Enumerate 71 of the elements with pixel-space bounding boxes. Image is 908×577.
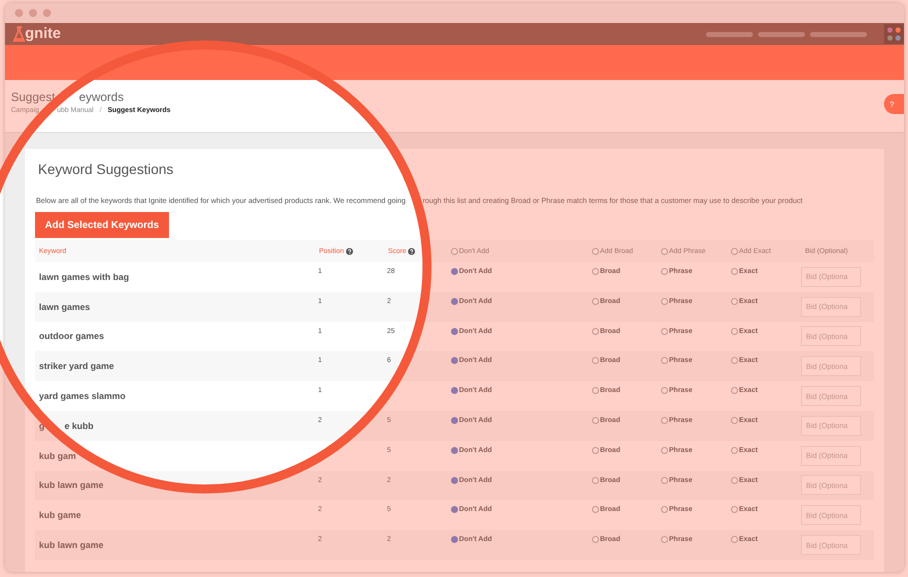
keyword-cell-text: kub lawn game [38, 540, 104, 550]
radio-button[interactable] [661, 328, 668, 335]
nav-placeholder-bar [758, 32, 805, 36]
radio-button[interactable] [731, 476, 738, 484]
add-selected-keywords-button[interactable]: Add Selected Keywords [35, 212, 169, 238]
radio-button[interactable] [661, 357, 668, 364]
keyword-cell-text: kub lawn game [38, 480, 104, 490]
window-minimize-icon[interactable] [29, 9, 37, 17]
radio-button[interactable] [731, 446, 738, 454]
radio-button[interactable] [592, 328, 599, 335]
keyword-cell-text: outdoor games [38, 331, 104, 342]
radio-button[interactable] [592, 446, 599, 454]
radio-button[interactable] [661, 536, 668, 544]
keyword-cell-text: e kubb [64, 420, 94, 431]
radio-button[interactable] [731, 357, 738, 364]
radio-button[interactable] [661, 248, 668, 254]
radio-button[interactable] [661, 416, 668, 424]
radio-button[interactable] [592, 298, 599, 305]
card-title: Keyword Suggestions [38, 161, 174, 177]
radio-button[interactable] [451, 328, 458, 335]
page-title: eywords [79, 90, 124, 104]
radio-button[interactable] [451, 387, 458, 394]
radio-button[interactable] [592, 416, 599, 424]
radio-button[interactable] [451, 446, 458, 454]
keyword-cell-text: kub game [38, 510, 82, 520]
radio-button[interactable] [592, 387, 599, 394]
radio-button[interactable] [731, 506, 738, 514]
radio-button[interactable] [731, 328, 738, 335]
radio-button[interactable] [661, 387, 668, 394]
radio-button[interactable] [592, 506, 599, 514]
keyword-cell-text: kub gam [38, 450, 76, 461]
radio-button[interactable] [592, 268, 599, 275]
radio-button[interactable] [731, 387, 738, 394]
help-icon [346, 248, 353, 254]
radio-button[interactable] [451, 506, 458, 514]
radio-button[interactable] [661, 268, 668, 275]
radio-button[interactable] [731, 248, 738, 254]
apps-grid-icon[interactable] [884, 24, 904, 44]
radio-button[interactable] [661, 298, 668, 305]
nav-placeholder-bar [706, 32, 753, 36]
page-title: Suggest [11, 90, 56, 104]
window-zoom-icon[interactable] [43, 9, 51, 17]
keyword-cell-text: g [38, 420, 44, 431]
radio-button[interactable] [451, 298, 458, 305]
radio-button[interactable] [592, 248, 599, 254]
radio-button[interactable] [451, 536, 458, 544]
radio-button[interactable] [731, 536, 738, 544]
app-logo-text[interactable]: gnite [25, 26, 61, 42]
radio-button[interactable] [731, 416, 738, 424]
keyword-cell-text: lawn games [38, 302, 90, 312]
radio-button[interactable] [731, 268, 738, 275]
radio-button[interactable] [592, 536, 599, 544]
help-icon [408, 248, 416, 254]
nav-placeholder-bar [810, 32, 867, 36]
window-close-icon[interactable] [15, 9, 23, 17]
radio-button[interactable] [661, 476, 668, 484]
radio-button[interactable] [451, 357, 458, 364]
radio-button[interactable] [661, 446, 668, 454]
radio-button[interactable] [661, 506, 668, 514]
keyword-cell-text: yard games slammo [38, 391, 126, 402]
radio-button[interactable] [592, 357, 599, 364]
radio-button[interactable] [451, 248, 458, 254]
radio-button[interactable] [731, 298, 738, 305]
keyword-cell-text: lawn games with bag [38, 272, 130, 282]
radio-button[interactable] [592, 476, 599, 484]
radio-button[interactable] [451, 476, 458, 484]
radio-button[interactable] [451, 416, 458, 424]
keyword-cell-text: striker yard game [38, 361, 114, 372]
radio-button[interactable] [451, 268, 458, 275]
flask-icon [13, 26, 25, 42]
help-button[interactable]: ? [884, 94, 904, 114]
